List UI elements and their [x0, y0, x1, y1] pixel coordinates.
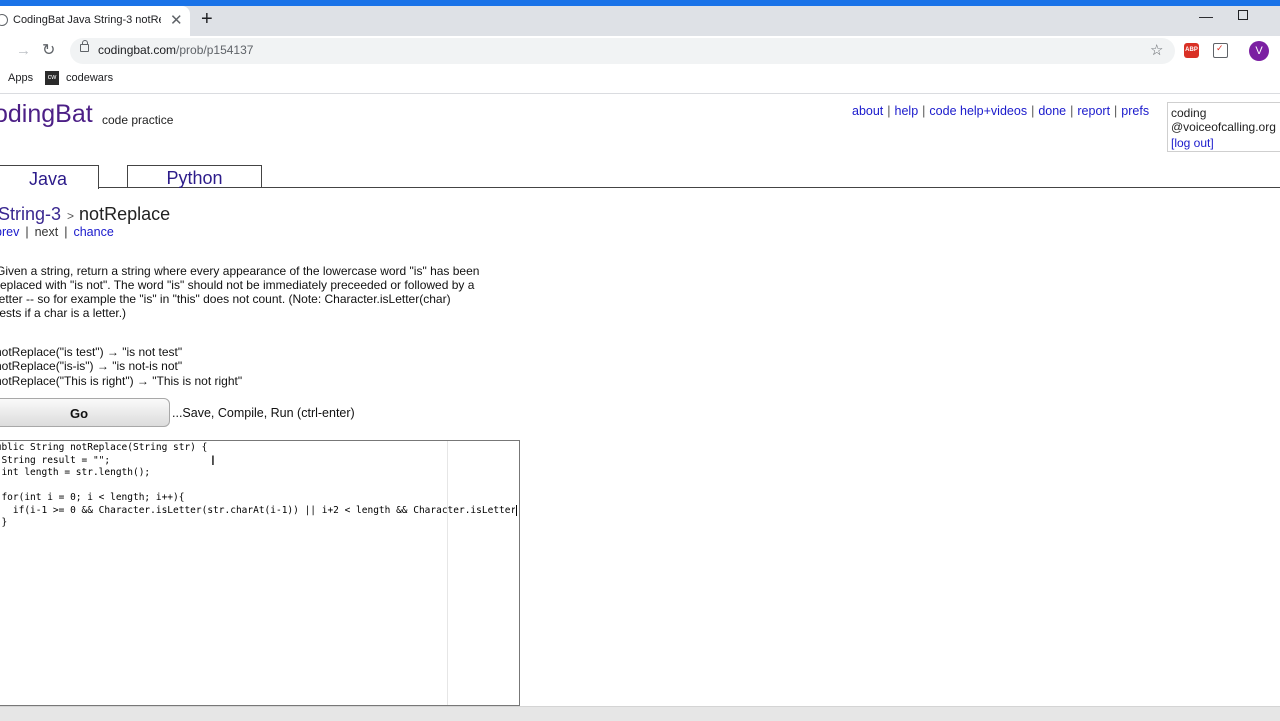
- url-host: codingbat.com: [98, 43, 177, 57]
- tab-java[interactable]: Java: [0, 165, 99, 189]
- url-path: /prob/p154137: [176, 43, 254, 57]
- nav-separator: |: [1114, 104, 1118, 118]
- example-line: notReplace("is-is") → "is not-is not": [0, 359, 183, 373]
- nav-prefs[interactable]: prefs: [1121, 104, 1149, 118]
- code-line[interactable]: for(int i = 0; i < length; i++){: [0, 492, 184, 503]
- code-editor[interactable]: [0, 440, 520, 706]
- go-hint: ...Save, Compile, Run (ctrl-enter): [172, 406, 355, 420]
- codewars-icon: cw: [45, 71, 59, 85]
- profile-avatar[interactable]: V: [1249, 41, 1269, 61]
- user-name-line1: coding: [1171, 106, 1207, 120]
- user-name-line2: @voiceofcalling.org: [1171, 120, 1276, 134]
- lock-icon[interactable]: [80, 44, 89, 52]
- extension-check-icon: ✓: [1216, 43, 1224, 53]
- prev-link[interactable]: prev: [0, 225, 19, 239]
- problem-description-line: letter -- so for example the "is" in "th…: [0, 292, 451, 306]
- forward-icon[interactable]: →: [16, 42, 31, 59]
- nav-separator: |: [1070, 104, 1074, 118]
- chance-link[interactable]: chance: [73, 225, 113, 239]
- problem-description-line: tests if a char is a letter.): [0, 306, 127, 320]
- nav-report[interactable]: report: [1077, 104, 1110, 118]
- problem-title: notReplace: [79, 204, 171, 224]
- adblock-extension-icon[interactable]: ABP: [1184, 43, 1199, 58]
- next-link[interactable]: next: [35, 225, 59, 239]
- go-button[interactable]: Go: [0, 398, 170, 427]
- breadcrumb-arrow: >: [67, 209, 75, 223]
- problem-nav: prev | next | chance: [0, 225, 114, 239]
- new-tab-button[interactable]: +: [201, 8, 213, 31]
- minimize-icon[interactable]: —: [1199, 8, 1213, 24]
- bookmark-star-icon[interactable]: ☆: [1150, 41, 1163, 59]
- user-box: coding @voiceofcalling.org [log out]: [1167, 102, 1280, 152]
- editor-print-margin: [447, 441, 448, 705]
- bookmark-apps[interactable]: Apps: [8, 72, 33, 84]
- reload-icon[interactable]: ↻: [42, 40, 55, 60]
- breadcrumb-section-link[interactable]: String-3: [0, 204, 61, 224]
- nav-done[interactable]: done: [1038, 104, 1066, 118]
- text-caret: [516, 505, 517, 516]
- site-logo[interactable]: odingBat: [0, 100, 93, 129]
- code-line[interactable]: String result = "";: [0, 455, 110, 466]
- restore-window-icon[interactable]: [1238, 10, 1248, 20]
- ibeam-cursor-icon: I: [211, 452, 215, 468]
- site-tagline: code practice: [102, 113, 174, 127]
- nav-separator: |: [887, 104, 891, 118]
- nav-separator: |: [25, 225, 29, 239]
- top-nav: about | help | code help+videos | done | report |…: [852, 104, 1149, 118]
- code-line[interactable]: }: [0, 517, 7, 528]
- nav-help[interactable]: help: [895, 104, 919, 118]
- nav-separator: |: [922, 104, 926, 118]
- horizontal-scrollbar[interactable]: [0, 706, 1280, 721]
- problem-description-line: replaced with "is not". The word "is" sh…: [0, 278, 475, 292]
- code-line[interactable]: public String notReplace(String str) {: [0, 442, 207, 453]
- breadcrumb: String-3 > notReplace: [0, 204, 170, 225]
- code-line-active[interactable]: if(i-1 >= 0 && Character.isLetter(str.ch…: [0, 505, 515, 516]
- nav-code-help-videos[interactable]: code help+videos: [929, 104, 1027, 118]
- bookmark-codewars[interactable]: codewars: [66, 72, 113, 84]
- tab-title[interactable]: CodingBat Java String-3 notReplace: [13, 14, 161, 26]
- code-line[interactable]: int length = str.length();: [0, 467, 150, 478]
- url-text[interactable]: codingbat.com/prob/p154137: [98, 43, 253, 57]
- nav-separator: |: [64, 225, 68, 239]
- tab-close-icon[interactable]: ✕: [170, 11, 183, 29]
- nav-separator: |: [1031, 104, 1035, 118]
- tab-strip: [0, 6, 1280, 36]
- problem-description-line: Given a string, return a string where ev…: [0, 264, 480, 278]
- nav-about[interactable]: about: [852, 104, 883, 118]
- logout-link[interactable]: [log out]: [1171, 136, 1280, 150]
- tab-python[interactable]: Python: [127, 165, 262, 188]
- example-line: notReplace("is test") → "is not test": [0, 345, 183, 359]
- bookmarks-bar: [0, 66, 1280, 94]
- example-line: notReplace("This is right") → "This is n…: [0, 374, 243, 388]
